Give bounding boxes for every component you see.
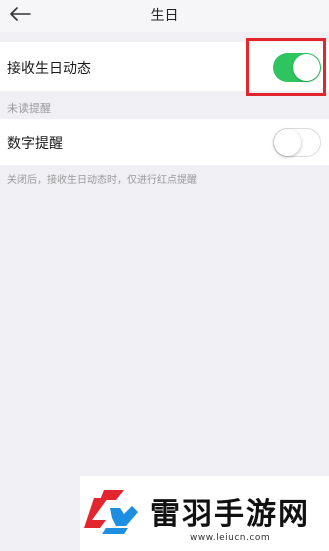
top-nav-bar: 生日 bbox=[0, 0, 329, 32]
number-reminder-label: 数字提醒 bbox=[7, 136, 63, 152]
watermark-url: www.leiucn.com bbox=[190, 533, 271, 543]
page-title: 生日 bbox=[150, 8, 179, 24]
highlight-frame bbox=[246, 38, 326, 96]
number-reminder-row: 数字提醒 bbox=[0, 119, 329, 165]
unread-section-label: 未读提醒 bbox=[7, 102, 51, 115]
number-reminder-toggle[interactable] bbox=[273, 128, 321, 157]
leiyu-logo-icon bbox=[84, 490, 138, 534]
watermark-banner: 雷羽手游网 www.leiucn.com bbox=[80, 476, 329, 551]
number-reminder-hint: 关闭后，接收生日动态时，仅进行红点提醒 bbox=[7, 175, 197, 186]
watermark-title: 雷羽手游网 bbox=[150, 497, 310, 532]
toggle-knob bbox=[274, 129, 301, 156]
birthday-updates-label: 接收生日动态 bbox=[7, 61, 91, 77]
